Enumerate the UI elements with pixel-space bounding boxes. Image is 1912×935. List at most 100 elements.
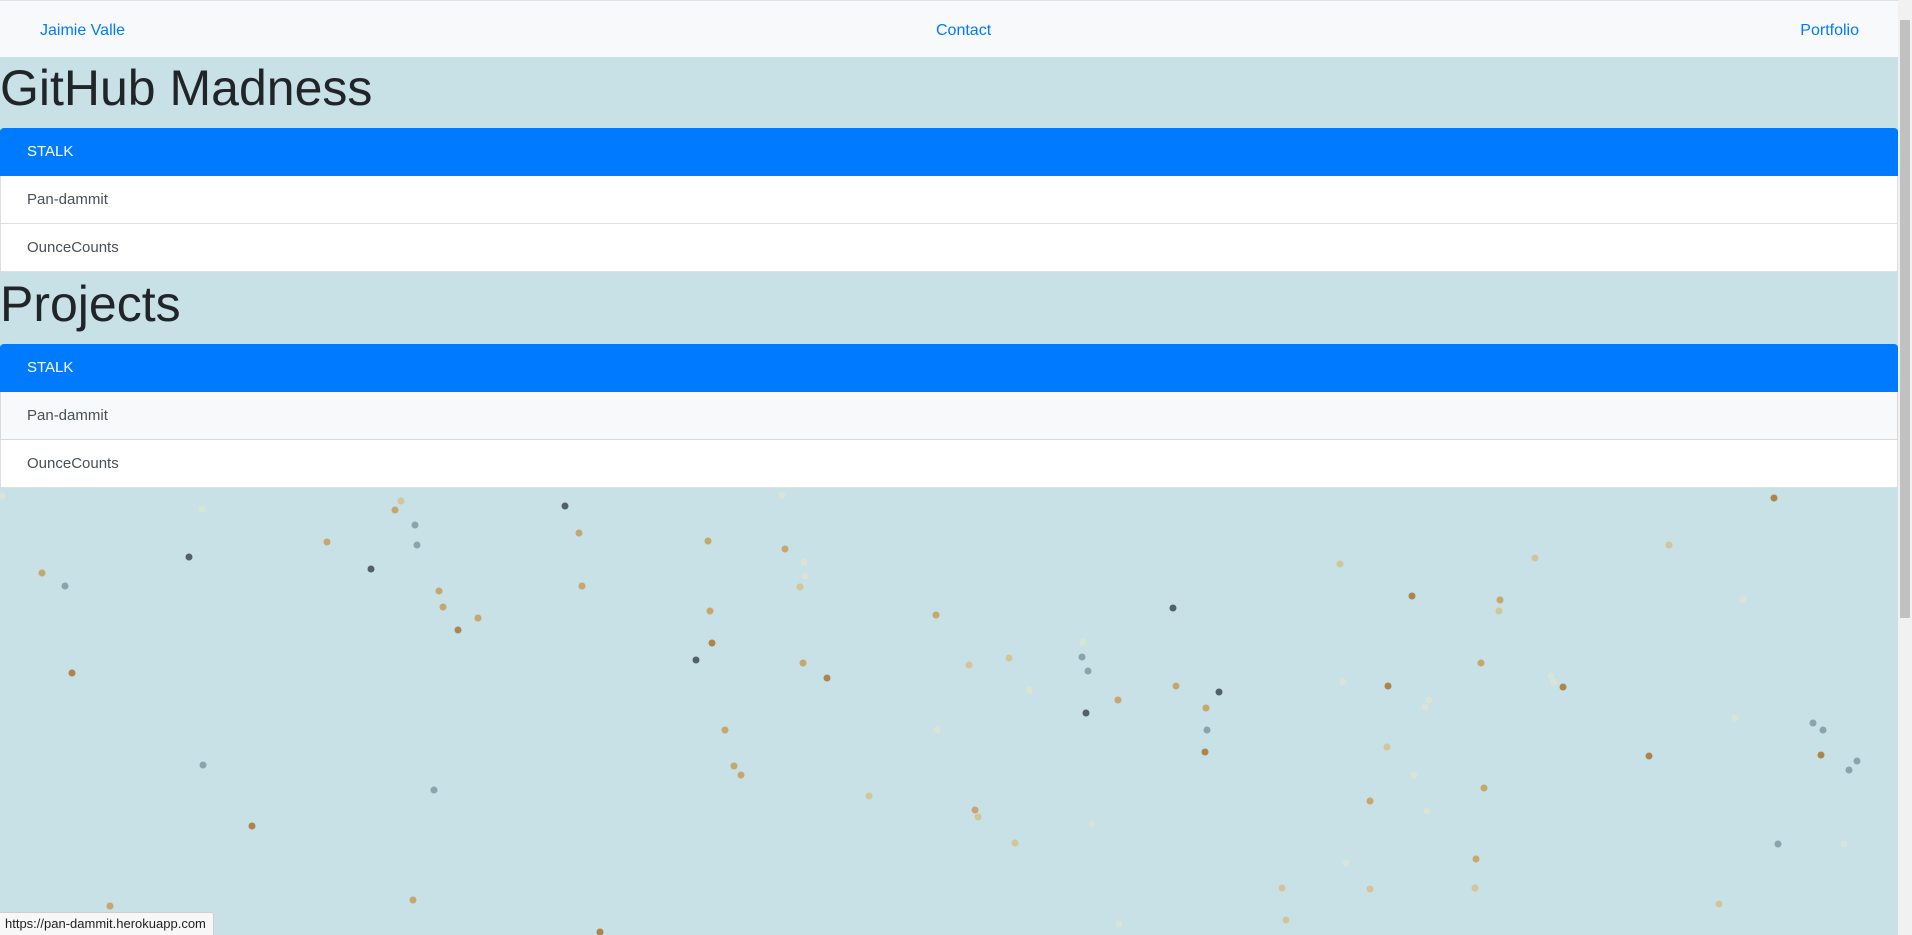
particle-dot	[692, 656, 700, 664]
particle-dot	[1201, 748, 1209, 756]
particle-dot	[796, 583, 804, 591]
particle-dot	[1172, 682, 1180, 690]
particle-dot	[575, 529, 583, 537]
particle-dot	[1079, 638, 1087, 646]
particle-dot	[1423, 807, 1431, 815]
particle-dot	[1203, 726, 1211, 734]
particle-dot	[1817, 751, 1825, 759]
particle-dot	[1215, 688, 1223, 696]
particle-dot	[1410, 771, 1418, 779]
particle-dot	[1531, 554, 1539, 562]
particle-dot	[1169, 604, 1177, 612]
particle-dot	[596, 928, 604, 935]
particle-dot	[1645, 752, 1653, 760]
github-list-item-pan-dammit[interactable]: Pan-dammit	[0, 176, 1898, 224]
github-list: STALK Pan-dammit OunceCounts	[0, 128, 1898, 272]
particle-dot	[1472, 855, 1480, 863]
particle-dot	[706, 607, 714, 615]
projects-list-item-ouncecounts[interactable]: OunceCounts	[0, 440, 1898, 488]
particle-dot	[454, 626, 462, 634]
particle-dot	[1082, 709, 1090, 717]
particle-dot	[578, 582, 586, 590]
particle-dot	[708, 639, 716, 647]
particle-dot	[430, 786, 438, 794]
particle-dot	[865, 792, 873, 800]
vertical-scrollbar[interactable]	[1898, 0, 1912, 935]
nav-portfolio-link[interactable]: Portfolio	[1800, 21, 1859, 40]
nav-brand-link[interactable]: Jaimie Valle	[40, 21, 125, 40]
particle-dot	[1845, 766, 1853, 774]
particle-dot	[801, 572, 809, 580]
particle-dot	[1495, 607, 1503, 615]
particle-dot	[1547, 672, 1555, 680]
particle-background	[0, 491, 1861, 935]
particle-dot	[974, 813, 982, 821]
particle-dot	[435, 587, 443, 595]
particle-dot	[1421, 703, 1429, 711]
navbar: Jaimie Valle Contact Portfolio	[0, 0, 1898, 57]
particle-dot	[1840, 840, 1848, 848]
github-list-item-ouncecounts[interactable]: OunceCounts	[0, 224, 1898, 272]
particle-dot	[1115, 920, 1123, 928]
particle-dot	[68, 669, 76, 677]
particle-dot	[1715, 900, 1723, 908]
nav-contact-link[interactable]: Contact	[936, 21, 991, 40]
particle-dot	[248, 822, 256, 830]
page: Jaimie Valle Contact Portfolio GitHub Ma…	[0, 0, 1898, 935]
particle-dot	[933, 726, 941, 734]
github-list-item-stalk[interactable]: STALK	[0, 128, 1898, 176]
particle-dot	[800, 558, 808, 566]
particle-dot	[409, 896, 417, 904]
particle-dot	[1114, 696, 1122, 704]
status-bar-url: https://pan-dammit.herokuapp.com	[0, 912, 214, 935]
particle-dot	[1819, 726, 1827, 734]
particle-dot	[1366, 885, 1374, 893]
particle-dot	[778, 491, 786, 499]
particle-dot	[1011, 839, 1019, 847]
particle-dot	[1853, 757, 1861, 765]
particle-dot	[185, 553, 193, 561]
particle-dot	[474, 614, 482, 622]
particle-dot	[1005, 654, 1013, 662]
projects-list-item-stalk[interactable]: STALK	[0, 344, 1898, 392]
particle-dot	[1425, 696, 1433, 704]
particle-dot	[1202, 704, 1210, 712]
particle-dot	[1550, 678, 1558, 686]
particle-dot	[0, 492, 6, 500]
particle-dot	[823, 674, 831, 682]
particle-dot	[323, 538, 331, 546]
scrollbar-thumb[interactable]	[1900, 20, 1910, 618]
particle-dot	[1477, 659, 1485, 667]
particle-dot	[1408, 592, 1416, 600]
particle-dot	[1383, 743, 1391, 751]
particle-dot	[799, 659, 807, 667]
particle-dot	[1665, 541, 1673, 549]
particle-dot	[1278, 884, 1286, 892]
particle-dot	[198, 505, 206, 513]
particle-dot	[1559, 683, 1567, 691]
particle-dot	[106, 902, 114, 910]
projects-section-title: Projects	[0, 276, 181, 332]
particle-dot	[932, 611, 940, 619]
particle-dot	[561, 502, 569, 510]
particle-dot	[367, 565, 375, 573]
particle-dot	[965, 661, 973, 669]
particle-dot	[1342, 859, 1350, 867]
particle-dot	[721, 726, 729, 734]
projects-list: STALK Pan-dammit OunceCounts	[0, 344, 1898, 488]
particle-dot	[1480, 784, 1488, 792]
particle-dot	[1384, 682, 1392, 690]
projects-list-item-pan-dammit[interactable]: Pan-dammit	[0, 392, 1898, 440]
particle-dot	[1025, 686, 1033, 694]
particle-dot	[1088, 820, 1096, 828]
particle-dot	[413, 541, 421, 549]
particle-dot	[391, 506, 399, 514]
particle-dot	[1084, 667, 1092, 675]
particle-dot	[1770, 494, 1778, 502]
particle-dot	[61, 582, 69, 590]
particle-dot	[38, 569, 46, 577]
particle-dot	[1078, 653, 1086, 661]
particle-dot	[439, 603, 447, 611]
particle-dot	[730, 762, 738, 770]
github-section-title: GitHub Madness	[0, 60, 373, 116]
